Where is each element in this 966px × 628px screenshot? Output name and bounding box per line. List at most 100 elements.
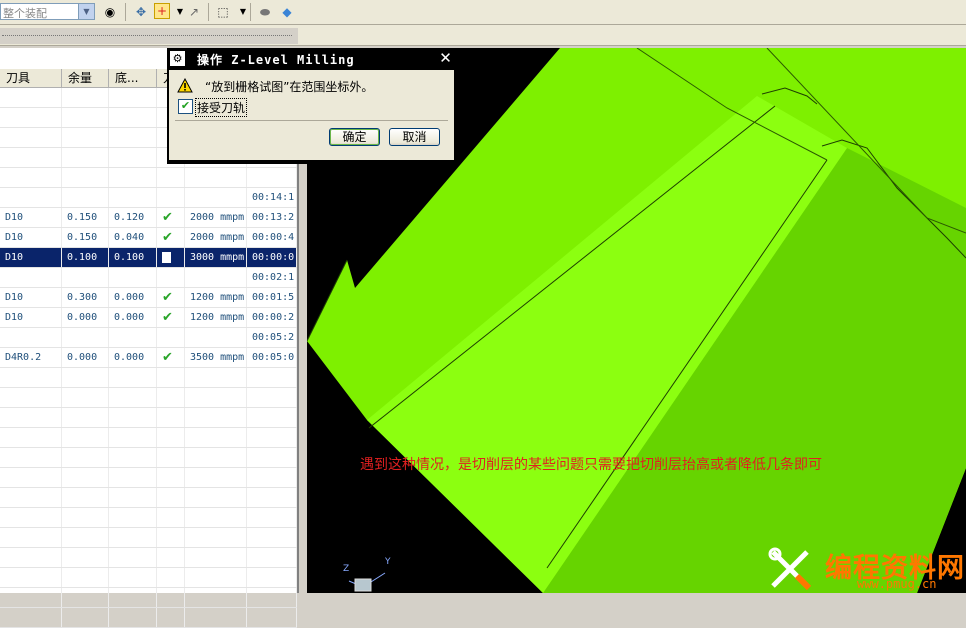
cell-floor: 0.000: [109, 308, 157, 327]
accept-toolpath-checkbox[interactable]: ✔: [178, 99, 193, 114]
table-row[interactable]: [0, 568, 297, 588]
coordinate-axis-triad: Z Y: [341, 557, 401, 593]
cell-feed: 2000 mmpm: [185, 228, 247, 247]
cell-feed: [185, 388, 247, 407]
table-row[interactable]: [0, 388, 297, 408]
axis-y-label: Y: [385, 557, 391, 567]
table-row[interactable]: D10 0.300 0.000 ✔ 1200 mmpm 00:01:5: [0, 288, 297, 308]
cell-stock: [62, 588, 109, 607]
cell-tool: [0, 568, 62, 587]
cell-status: [157, 448, 185, 467]
table-row[interactable]: [0, 428, 297, 448]
table-row[interactable]: [0, 168, 297, 188]
cell-stock: [62, 548, 109, 567]
cell-time: [247, 548, 297, 567]
cell-time: 00:01:5: [247, 288, 297, 307]
cell-stock: [62, 508, 109, 527]
point-icon[interactable]: +: [154, 3, 170, 19]
table-row[interactable]: D4R0.2 0.000 0.000 ✔ 3500 mmpm 00:05:0: [0, 348, 297, 368]
cell-tool: [0, 548, 62, 567]
table-row[interactable]: [0, 588, 297, 608]
cube-view-icon[interactable]: ◆: [278, 3, 296, 21]
cell-time: [247, 368, 297, 387]
cell-stock: [62, 368, 109, 387]
table-row[interactable]: [0, 528, 297, 548]
cell-tool: D4R0.2: [0, 348, 62, 367]
cell-floor: [109, 508, 157, 527]
cell-stock: 0.100: [62, 248, 109, 267]
dotted-divider: [2, 35, 292, 36]
cell-feed: [185, 428, 247, 447]
chevron-down-icon[interactable]: ▼: [78, 4, 94, 19]
column-header-tool[interactable]: 刀具: [0, 69, 62, 87]
pending-status-icon: [162, 252, 171, 263]
cell-stock: [62, 448, 109, 467]
cell-tool: [0, 88, 62, 107]
cell-stock: [62, 468, 109, 487]
cell-status: [157, 408, 185, 427]
cell-feed: [185, 368, 247, 387]
move-icon[interactable]: ↗: [185, 3, 203, 21]
cell-tool: [0, 448, 62, 467]
table-row[interactable]: [0, 448, 297, 468]
cell-status: [157, 268, 185, 287]
cell-stock: [62, 388, 109, 407]
cell-status: [157, 328, 185, 347]
cell-time: [247, 608, 297, 627]
table-row[interactable]: [0, 548, 297, 568]
axis-z-label: Z: [343, 564, 350, 574]
table-row[interactable]: 00:14:1: [0, 188, 297, 208]
cell-feed: [185, 488, 247, 507]
cell-status: [157, 388, 185, 407]
cell-feed: [185, 588, 247, 607]
complete-check-icon: ✔: [162, 310, 173, 325]
table-row[interactable]: [0, 488, 297, 508]
cell-tool: [0, 128, 62, 147]
table-row[interactable]: D10 0.000 0.000 ✔ 1200 mmpm 00:00:2: [0, 308, 297, 328]
table-row[interactable]: [0, 508, 297, 528]
cell-time: 00:05:2: [247, 328, 297, 347]
table-row[interactable]: [0, 468, 297, 488]
eye-filter-icon[interactable]: ◉: [101, 3, 119, 21]
cell-tool: D10: [0, 308, 62, 327]
column-header-floor[interactable]: 底...: [109, 69, 157, 87]
cell-tool: D10: [0, 208, 62, 227]
column-header-stock[interactable]: 余量: [62, 69, 109, 87]
accept-toolpath-label[interactable]: 接受刀轨: [195, 98, 248, 117]
cell-stock: 0.150: [62, 228, 109, 247]
table-row[interactable]: D10 0.150 0.120 ✔ 2000 mmpm 00:13:2: [0, 208, 297, 228]
table-row[interactable]: 00:02:1: [0, 268, 297, 288]
assembly-filter-combo[interactable]: 整个装配 ▼: [0, 3, 95, 20]
cell-feed: 3000 mmpm: [185, 248, 247, 267]
snap-icon[interactable]: ✥: [132, 3, 150, 21]
cell-feed: 2000 mmpm: [185, 208, 247, 227]
cell-tool: [0, 268, 62, 287]
assembly-filter-value: 整个装配: [3, 7, 47, 20]
cell-time: [247, 508, 297, 527]
close-button[interactable]: ✕: [437, 50, 454, 67]
cell-floor: [109, 368, 157, 387]
watermark-url: www.pmug.cn: [857, 577, 937, 591]
table-row[interactable]: [0, 408, 297, 428]
dialog-titlebar[interactable]: ⚙ 操作 Z-Level Milling ✕: [167, 48, 456, 69]
warning-dialog: ⚙ 操作 Z-Level Milling ✕ “放到栅格试图”在范围坐标外。 ✔…: [167, 48, 456, 164]
cell-tool: [0, 108, 62, 127]
shaded-icon[interactable]: ⬬: [256, 3, 274, 21]
gear-icon: ⚙: [170, 51, 185, 66]
cell-stock: [62, 188, 109, 207]
table-row[interactable]: D10 0.150 0.040 ✔ 2000 mmpm 00:00:4: [0, 228, 297, 248]
selection-box-icon[interactable]: ⬚: [214, 3, 232, 21]
table-row[interactable]: [0, 608, 297, 628]
cell-feed: [185, 268, 247, 287]
cell-feed: [185, 528, 247, 547]
ok-button[interactable]: 确定: [329, 128, 380, 146]
cell-floor: [109, 588, 157, 607]
cell-status: [157, 488, 185, 507]
table-row[interactable]: D10 0.100 0.100 3000 mmpm 00:00:0: [0, 248, 297, 268]
dialog-title: 操作 Z-Level Milling: [197, 53, 355, 67]
toolbar-separator: [208, 3, 209, 21]
table-row[interactable]: 00:05:2: [0, 328, 297, 348]
cell-feed: [185, 328, 247, 347]
table-row[interactable]: [0, 368, 297, 388]
cancel-button[interactable]: 取消: [389, 128, 440, 146]
